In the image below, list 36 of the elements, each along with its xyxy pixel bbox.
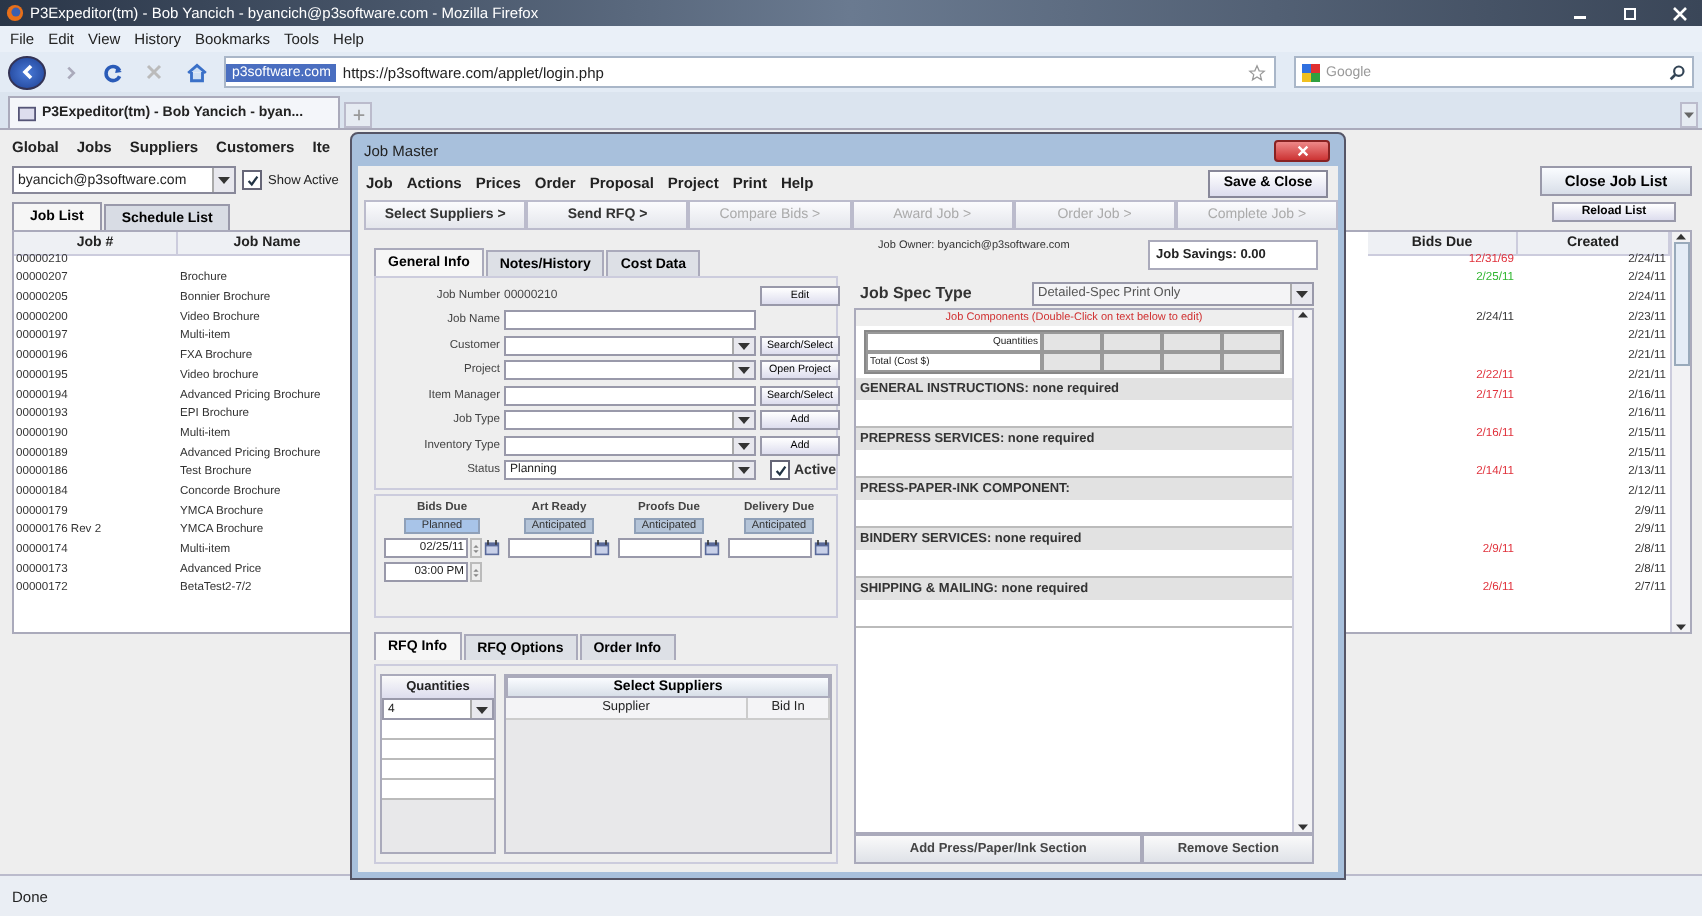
scrollbar[interactable] bbox=[1292, 310, 1312, 832]
input-field[interactable] bbox=[504, 385, 756, 406]
scrollbar-thumb[interactable] bbox=[1673, 242, 1689, 366]
date-field[interactable] bbox=[618, 538, 702, 558]
input-field[interactable] bbox=[504, 310, 756, 331]
calendar-icon[interactable] bbox=[484, 540, 500, 556]
maximize-icon[interactable] bbox=[1622, 5, 1638, 21]
calendar-icon[interactable] bbox=[594, 540, 610, 556]
close-icon[interactable] bbox=[1672, 5, 1688, 21]
dropdown-field[interactable] bbox=[504, 410, 756, 431]
caret-icon[interactable] bbox=[218, 174, 230, 186]
caret-icon[interactable] bbox=[476, 703, 488, 715]
date-field[interactable] bbox=[508, 538, 592, 558]
reload-icon[interactable] bbox=[101, 61, 123, 83]
close-icon[interactable] bbox=[1295, 143, 1309, 157]
scroll-down-icon[interactable] bbox=[1676, 622, 1686, 632]
browser-logo-icon bbox=[6, 4, 24, 22]
dropdown-field[interactable] bbox=[504, 335, 756, 356]
scroll-up-icon[interactable] bbox=[1298, 310, 1308, 320]
caret-icon[interactable] bbox=[1296, 287, 1308, 299]
back-button[interactable] bbox=[8, 55, 46, 89]
search-engine-icon[interactable] bbox=[1302, 63, 1320, 81]
home-icon[interactable] bbox=[185, 61, 207, 83]
date-field[interactable] bbox=[728, 538, 812, 558]
scrollbar[interactable] bbox=[1670, 232, 1690, 632]
close-button[interactable] bbox=[1274, 139, 1330, 161]
search-icon[interactable] bbox=[1668, 63, 1686, 81]
site-favicon-icon bbox=[18, 105, 36, 121]
tab-list-button[interactable] bbox=[1680, 102, 1698, 128]
calendar-icon[interactable] bbox=[704, 540, 720, 556]
caret-icon[interactable] bbox=[1684, 110, 1694, 120]
star-icon[interactable] bbox=[1248, 63, 1266, 81]
dropdown-field[interactable] bbox=[504, 435, 756, 456]
calendar-icon[interactable] bbox=[814, 540, 830, 556]
job-spec-type-label: Job Spec Type bbox=[860, 284, 974, 302]
dropdown-field[interactable] bbox=[504, 360, 756, 381]
